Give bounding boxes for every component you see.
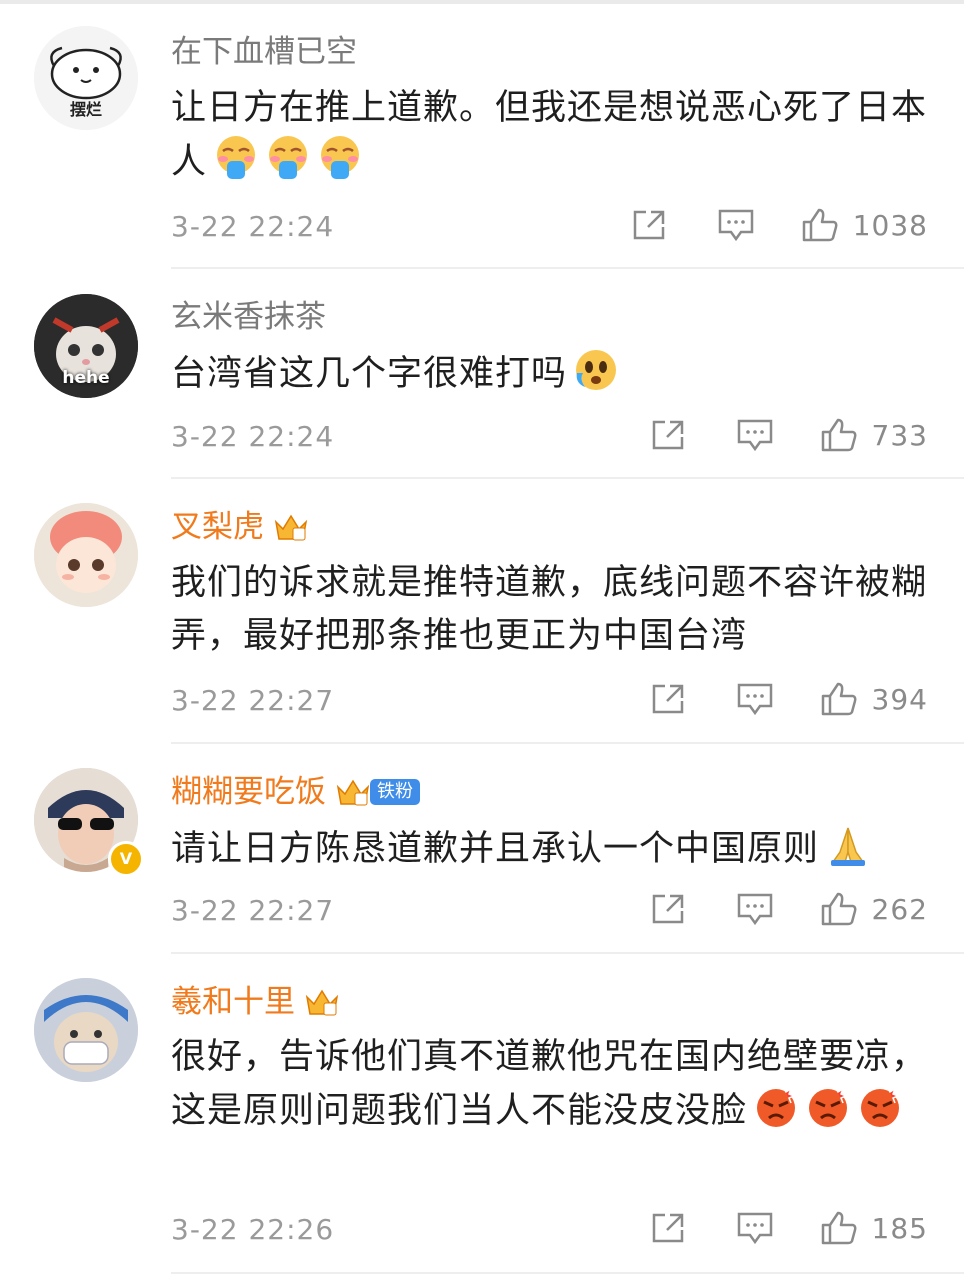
comment-icon[interactable]	[736, 418, 774, 452]
divider	[171, 1272, 964, 1274]
username-text[interactable]: 糊糊要吃饭	[171, 772, 326, 812]
pray-hands-emoji	[825, 822, 871, 868]
divider	[171, 477, 964, 479]
crown-badge-icon	[305, 987, 339, 1017]
share-icon[interactable]	[650, 892, 688, 926]
doll-avatar-art	[34, 503, 138, 607]
thumbs-up-icon[interactable]	[820, 1211, 858, 1245]
timestamp: 3-22 22:26	[171, 1213, 335, 1246]
username[interactable]: 糊糊要吃饭 铁粉	[171, 772, 420, 812]
vomit-emoji	[317, 135, 363, 181]
crown-badge-icon	[336, 777, 370, 807]
comment-text: 很好，告诉他们真不道歉他咒在国内绝壁要凉，这是原则问题我们当人不能没皮没脸	[171, 1031, 931, 1138]
vomit-emoji	[265, 135, 311, 181]
vomit-emoji	[213, 135, 259, 181]
share-icon[interactable]	[650, 1211, 688, 1245]
share-icon[interactable]	[650, 418, 688, 452]
like-count: 1038	[852, 208, 928, 242]
comment-icon[interactable]	[736, 892, 774, 926]
like-count: 394	[871, 682, 928, 716]
username[interactable]: 在下血槽已空	[171, 32, 357, 72]
thumbs-up-icon[interactable]	[820, 892, 858, 926]
username-text[interactable]: 在下血槽已空	[171, 32, 357, 72]
avatar[interactable]	[34, 503, 138, 607]
divider	[171, 952, 964, 954]
fan-badge: 铁粉	[370, 779, 420, 805]
top-edge	[0, 0, 964, 4]
comment-text: 让日方在推上道歉。但我还是想说恶心死了日本人	[171, 82, 931, 189]
avatar[interactable]	[34, 978, 138, 1082]
comment-text: 我们的诉求就是推特道歉，底线问题不容许被糊弄，最好把那条推也更正为中国台湾	[171, 557, 931, 663]
comment-icon[interactable]	[736, 682, 774, 716]
action-bar: 262	[650, 892, 928, 926]
comment-icon[interactable]	[717, 208, 755, 242]
like-count: 185	[871, 1211, 928, 1245]
comment-text: 台湾省这几个字很难打吗	[171, 347, 931, 401]
avatar[interactable]: hehe	[34, 294, 138, 398]
username[interactable]: 叉梨虎	[171, 507, 308, 547]
action-bar: 1038	[631, 208, 928, 242]
comment-body: 请让日方陈恳道歉并且承认一个中国原则	[171, 829, 820, 869]
crying-face-emoji	[573, 347, 619, 393]
username-text[interactable]: 羲和十里	[171, 982, 295, 1022]
verified-badge-icon: V	[108, 841, 144, 877]
username-text[interactable]: 叉梨虎	[171, 507, 264, 547]
timestamp: 3-22 22:24	[171, 420, 335, 453]
username[interactable]: 羲和十里	[171, 982, 339, 1022]
thumbs-up-icon[interactable]	[801, 208, 839, 242]
angry-face-emoji	[753, 1084, 799, 1130]
angry-face-emoji	[805, 1084, 851, 1130]
masked-cat-avatar-art	[34, 978, 138, 1082]
crown-badge-icon	[274, 512, 308, 542]
thumbs-up-icon[interactable]	[820, 682, 858, 716]
timestamp: 3-22 22:24	[171, 210, 335, 243]
thumbs-up-icon[interactable]	[820, 418, 858, 452]
angry-face-emoji	[857, 1084, 903, 1130]
comment-icon[interactable]	[736, 1211, 774, 1245]
timestamp: 3-22 22:27	[171, 684, 335, 717]
divider	[171, 267, 964, 269]
comment-body: 我们的诉求就是推特道歉，底线问题不容许被糊弄，最好把那条推也更正为中国台湾	[171, 563, 928, 656]
share-icon[interactable]	[650, 682, 688, 716]
action-bar: 733	[650, 418, 928, 452]
avatar[interactable]: 摆烂	[34, 26, 138, 130]
like-count: 733	[871, 418, 928, 452]
timestamp: 3-22 22:27	[171, 894, 335, 927]
like-count: 262	[871, 892, 928, 926]
comment-body: 台湾省这几个字很难打吗	[171, 354, 568, 394]
avatar-caption: hehe	[62, 368, 110, 388]
comment-text: 请让日方陈恳道歉并且承认一个中国原则	[171, 822, 931, 876]
action-bar: 185	[650, 1211, 928, 1245]
username-text[interactable]: 玄米香抹茶	[171, 297, 326, 337]
username[interactable]: 玄米香抹茶	[171, 297, 326, 337]
avatar-caption: 摆烂	[69, 100, 102, 119]
share-icon[interactable]	[631, 208, 669, 242]
divider	[171, 742, 964, 744]
action-bar: 394	[650, 682, 928, 716]
